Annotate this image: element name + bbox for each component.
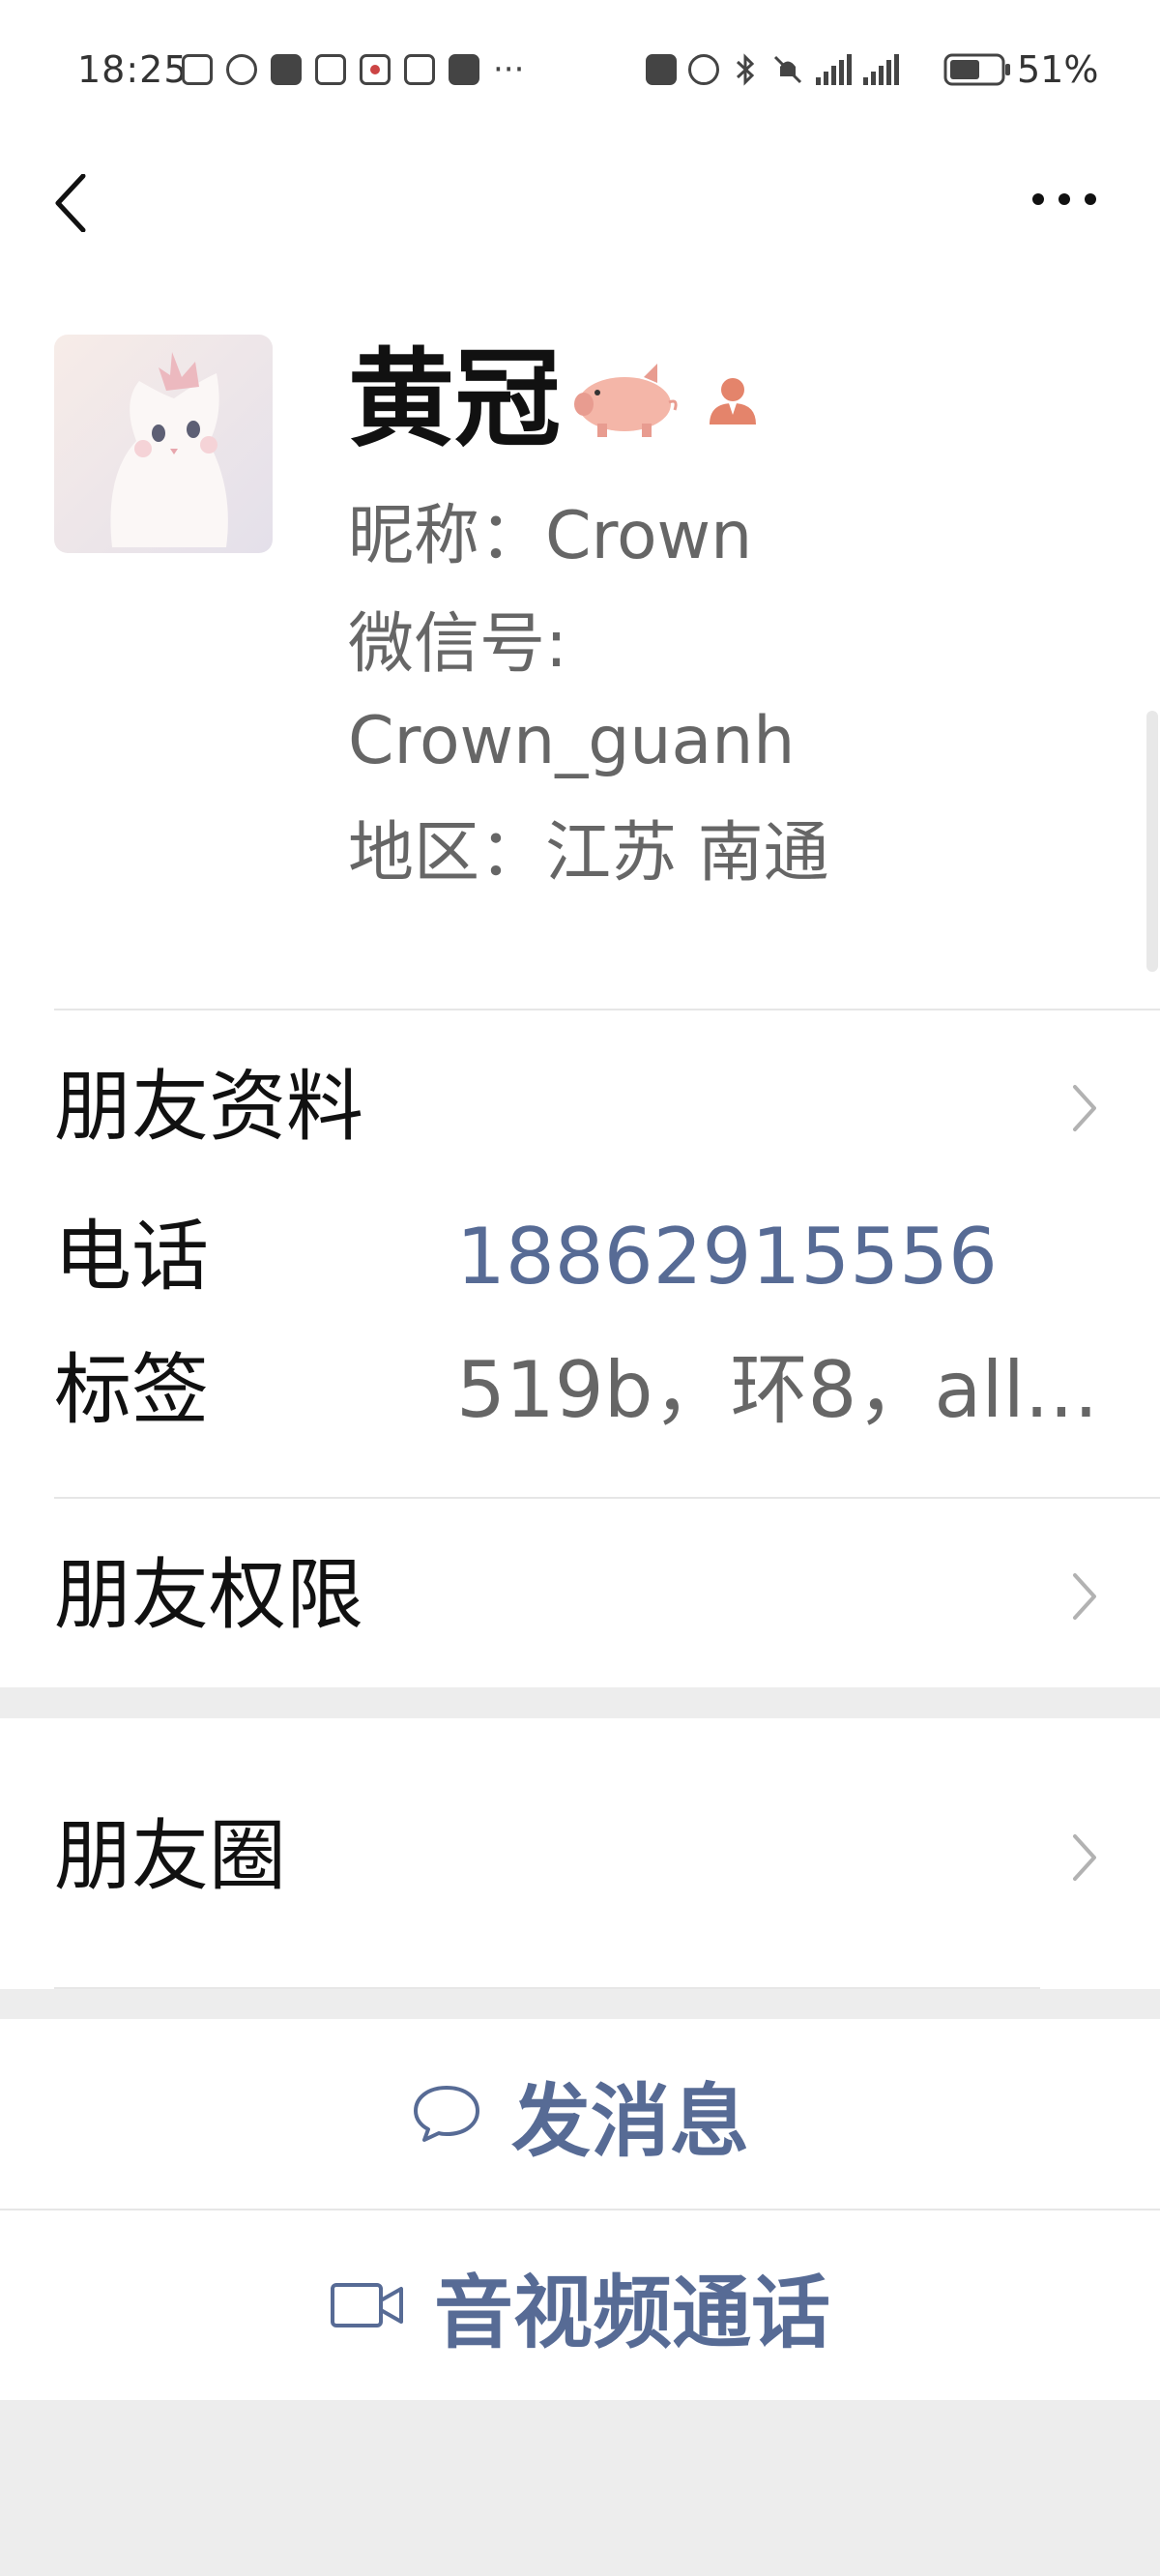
display-name: 黄冠 bbox=[348, 337, 561, 461]
avatar-image bbox=[54, 335, 273, 553]
bluetooth-icon bbox=[736, 53, 755, 86]
app-icon bbox=[315, 54, 346, 85]
app-icon bbox=[449, 54, 479, 85]
chevron-right-icon bbox=[1073, 1573, 1096, 1620]
status-time: 18:25 bbox=[77, 48, 188, 91]
person-icon bbox=[710, 378, 756, 424]
chevron-right-icon bbox=[1073, 1834, 1096, 1881]
friend-info-label: 朋友资料 bbox=[54, 1062, 363, 1152]
video-call-button[interactable]: 音视频通话 bbox=[0, 2210, 1160, 2400]
eye-icon bbox=[226, 54, 257, 85]
app-icon bbox=[360, 54, 391, 85]
more-horizontal-icon[interactable] bbox=[1030, 190, 1098, 209]
divider bbox=[54, 1987, 1040, 1989]
status-left-icons: ··· bbox=[182, 50, 524, 89]
video-call-label: 音视频通话 bbox=[433, 2267, 830, 2359]
tags-label: 标签 bbox=[54, 1345, 209, 1435]
name-row: 黄冠 bbox=[348, 337, 760, 462]
app-icon bbox=[404, 54, 435, 85]
status-right-icons bbox=[646, 50, 899, 89]
nav-bar bbox=[0, 145, 1160, 280]
pig-icon bbox=[574, 364, 678, 437]
friend-permissions-row[interactable]: 朋友权限 bbox=[0, 1533, 1160, 1658]
moments-row[interactable]: 朋友圈 bbox=[0, 1794, 1160, 1919]
scroll-indicator bbox=[1146, 711, 1158, 972]
chat-bubble-icon bbox=[413, 2086, 479, 2142]
chevron-left-icon[interactable] bbox=[52, 174, 91, 232]
friend-permissions-label: 朋友权限 bbox=[54, 1550, 363, 1640]
more-dots-icon: ··· bbox=[493, 50, 525, 89]
phone-label: 电话 bbox=[54, 1212, 209, 1302]
alarm-icon bbox=[688, 54, 719, 85]
avatar[interactable] bbox=[54, 335, 273, 553]
nickname: 昵称：Crown bbox=[348, 498, 753, 574]
tags-value[interactable]: 519b，环8，all... bbox=[456, 1342, 1098, 1439]
video-camera-icon bbox=[330, 2283, 403, 2327]
moments-label: 朋友圈 bbox=[54, 1811, 286, 1901]
battery-icon bbox=[943, 53, 1010, 86]
divider bbox=[54, 1009, 1160, 1010]
region: 地区：江苏 南通 bbox=[348, 815, 829, 892]
divider bbox=[54, 1497, 1160, 1499]
app-icon bbox=[271, 54, 302, 85]
battery-percentage: 51% bbox=[1017, 48, 1099, 91]
cast-icon bbox=[182, 54, 213, 85]
send-message-label: 发消息 bbox=[510, 2075, 749, 2168]
chevron-right-icon bbox=[1073, 1085, 1096, 1131]
mute-icon bbox=[773, 55, 802, 84]
wechat-id: Crown_guanh bbox=[348, 703, 796, 779]
wechat-id-label: 微信号: bbox=[348, 606, 567, 683]
phone-number-link[interactable]: 18862915556 bbox=[456, 1209, 998, 1305]
send-message-button[interactable]: 发消息 bbox=[0, 2019, 1160, 2209]
signal-5g-icon bbox=[816, 54, 852, 85]
signal-5g-icon bbox=[863, 54, 899, 85]
friend-info-row[interactable]: 朋友资料 bbox=[0, 1044, 1160, 1170]
nfc-icon bbox=[646, 54, 677, 85]
